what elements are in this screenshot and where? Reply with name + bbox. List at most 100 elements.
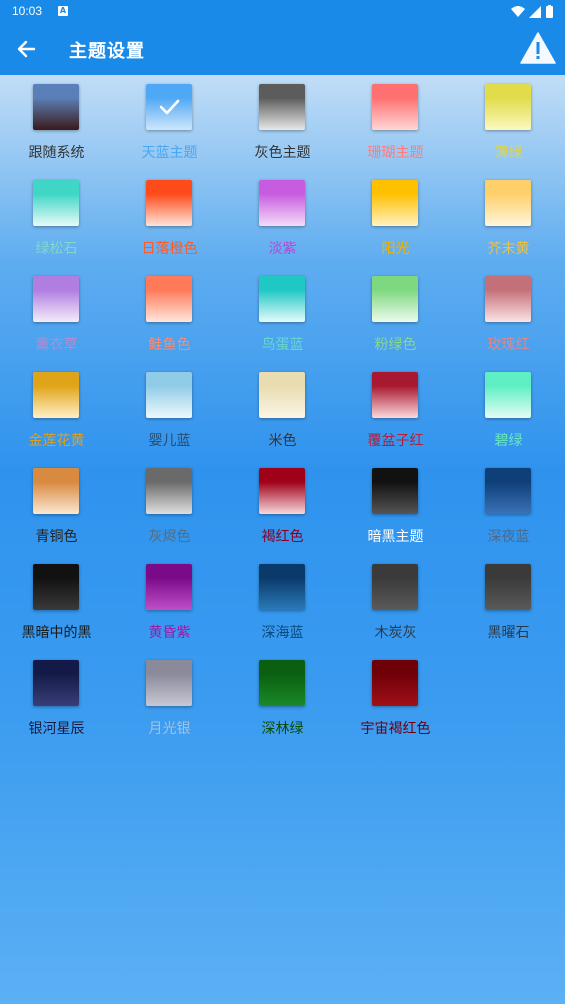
theme-label: 薄绿 <box>494 145 523 161</box>
theme-option[interactable]: 薰衣草 <box>0 267 113 363</box>
theme-option[interactable]: 黄昏紫 <box>113 555 226 651</box>
theme-option[interactable]: 深海蓝 <box>226 555 339 651</box>
theme-swatch[interactable] <box>33 468 79 514</box>
theme-option[interactable]: 婴儿蓝 <box>113 363 226 459</box>
theme-option[interactable]: 宇宙褐红色 <box>339 651 452 747</box>
theme-option[interactable]: 深林绿 <box>226 651 339 747</box>
theme-swatch[interactable] <box>259 660 305 706</box>
theme-swatch[interactable] <box>33 180 79 226</box>
theme-swatch[interactable] <box>259 180 305 226</box>
theme-swatch[interactable] <box>372 180 418 226</box>
theme-label: 褐红色 <box>261 529 304 545</box>
theme-swatch[interactable] <box>259 276 305 322</box>
theme-label: 灰色主题 <box>254 145 311 161</box>
theme-swatch[interactable] <box>259 564 305 610</box>
theme-option[interactable]: 芥末黄 <box>452 171 565 267</box>
theme-option[interactable]: 灰烬色 <box>113 459 226 555</box>
theme-label: 金莲花黄 <box>28 433 85 449</box>
theme-option[interactable]: 天蓝主题 <box>113 75 226 171</box>
theme-option[interactable]: 木炭灰 <box>339 555 452 651</box>
theme-label: 芥末黄 <box>487 241 530 257</box>
theme-label: 深海蓝 <box>261 625 304 641</box>
theme-option[interactable]: 米色 <box>226 363 339 459</box>
theme-swatch[interactable] <box>259 372 305 418</box>
theme-label: 木炭灰 <box>374 625 417 641</box>
theme-label: 绿松石 <box>35 241 78 257</box>
theme-swatch[interactable] <box>259 468 305 514</box>
theme-swatch[interactable] <box>146 468 192 514</box>
theme-label: 月光银 <box>148 721 191 737</box>
theme-option[interactable]: 阳光 <box>339 171 452 267</box>
theme-swatch[interactable] <box>485 180 531 226</box>
theme-option[interactable]: 黑暗中的黑 <box>0 555 113 651</box>
theme-swatch[interactable] <box>33 372 79 418</box>
theme-label: 米色 <box>268 433 297 449</box>
theme-swatch[interactable] <box>372 564 418 610</box>
theme-label: 银河星辰 <box>28 721 85 737</box>
theme-swatch[interactable] <box>146 372 192 418</box>
theme-swatch[interactable] <box>33 660 79 706</box>
theme-swatch[interactable] <box>372 468 418 514</box>
theme-swatch[interactable] <box>33 564 79 610</box>
theme-option[interactable]: 深夜蓝 <box>452 459 565 555</box>
theme-option[interactable]: 淡紫 <box>226 171 339 267</box>
checkmark-icon <box>159 99 180 115</box>
theme-option[interactable]: 褐红色 <box>226 459 339 555</box>
theme-label: 跟随系统 <box>28 145 85 161</box>
theme-option[interactable]: 黑曜石 <box>452 555 565 651</box>
theme-option[interactable]: 暗黑主题 <box>339 459 452 555</box>
theme-swatch[interactable] <box>146 276 192 322</box>
theme-option[interactable]: 玫瑰红 <box>452 267 565 363</box>
theme-option[interactable]: 金莲花黄 <box>0 363 113 459</box>
theme-swatch[interactable] <box>146 564 192 610</box>
theme-option[interactable]: 薄绿 <box>452 75 565 171</box>
theme-label: 青铜色 <box>35 529 78 545</box>
theme-swatch[interactable] <box>146 180 192 226</box>
theme-swatch[interactable] <box>372 372 418 418</box>
battery-icon <box>546 6 553 18</box>
theme-option[interactable]: 覆盆子红 <box>339 363 452 459</box>
theme-swatch[interactable] <box>485 84 531 130</box>
theme-swatch[interactable] <box>372 276 418 322</box>
theme-swatch[interactable] <box>33 84 79 130</box>
theme-label: 黄昏紫 <box>148 625 191 641</box>
theme-label: 灰烬色 <box>148 529 191 545</box>
theme-option[interactable]: 青铜色 <box>0 459 113 555</box>
theme-swatch[interactable] <box>372 84 418 130</box>
theme-option[interactable]: 日落橙色 <box>113 171 226 267</box>
theme-option[interactable]: 鲑鱼色 <box>113 267 226 363</box>
theme-label: 淡紫 <box>268 241 297 257</box>
theme-swatch[interactable] <box>485 372 531 418</box>
app-bar: 主题设置 <box>0 24 565 75</box>
theme-label: 碧绿 <box>494 433 523 449</box>
theme-label: 珊瑚主题 <box>367 145 424 161</box>
a-box-icon: A <box>58 6 68 16</box>
theme-option[interactable]: 粉绿色 <box>339 267 452 363</box>
theme-swatch[interactable] <box>146 84 192 130</box>
theme-option[interactable]: 鸟蛋蓝 <box>226 267 339 363</box>
theme-option[interactable]: 珊瑚主题 <box>339 75 452 171</box>
system-icons <box>511 5 553 18</box>
theme-label: 暗黑主题 <box>367 529 424 545</box>
status-time: 10:03 <box>12 4 43 18</box>
theme-swatch[interactable] <box>259 84 305 130</box>
theme-label: 薰衣草 <box>35 337 78 353</box>
theme-option[interactable]: 绿松石 <box>0 171 113 267</box>
theme-swatch[interactable] <box>372 660 418 706</box>
page-title: 主题设置 <box>69 41 145 62</box>
warning-icon[interactable] <box>519 30 557 66</box>
theme-label: 鲑鱼色 <box>148 337 191 353</box>
theme-label: 鸟蛋蓝 <box>261 337 304 353</box>
theme-swatch[interactable] <box>146 660 192 706</box>
arrow-left-icon[interactable] <box>14 36 40 62</box>
theme-swatch[interactable] <box>485 276 531 322</box>
theme-swatch[interactable] <box>485 564 531 610</box>
theme-option[interactable]: 碧绿 <box>452 363 565 459</box>
theme-label: 深林绿 <box>261 721 304 737</box>
theme-option[interactable]: 灰色主题 <box>226 75 339 171</box>
theme-swatch[interactable] <box>33 276 79 322</box>
theme-option[interactable]: 银河星辰 <box>0 651 113 747</box>
theme-option[interactable]: 跟随系统 <box>0 75 113 171</box>
theme-option[interactable]: 月光银 <box>113 651 226 747</box>
theme-swatch[interactable] <box>485 468 531 514</box>
